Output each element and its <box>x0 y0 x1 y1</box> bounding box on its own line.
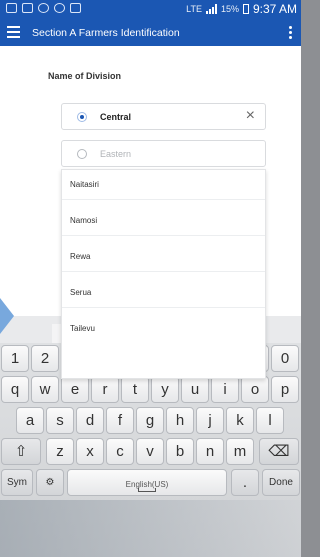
battery-icon <box>242 4 249 14</box>
network-type: LTE <box>186 4 202 14</box>
phone-screen: LTE 15% 9:37 AM Section A Farmers Identi… <box>0 0 301 557</box>
key-e[interactable]: e <box>61 376 89 403</box>
key-m[interactable]: m <box>226 438 254 465</box>
key-n[interactable]: n <box>196 438 224 465</box>
key-r[interactable]: r <box>91 376 119 403</box>
background-edge <box>0 500 301 557</box>
app-bar: Section A Farmers Identification <box>0 20 301 46</box>
key-o[interactable]: o <box>241 376 269 403</box>
key-i[interactable]: i <box>211 376 239 403</box>
app-title: Section A Farmers Identification <box>32 27 180 39</box>
sym-key[interactable]: Sym <box>1 469 33 496</box>
key-b[interactable]: b <box>166 438 194 465</box>
notification-icon <box>6 3 17 13</box>
key-w[interactable]: w <box>31 376 59 403</box>
settings-key-icon[interactable]: ⚙ <box>36 469 64 496</box>
shift-key[interactable]: ⇧ <box>1 438 41 465</box>
notification-icon <box>22 3 33 13</box>
key-u[interactable]: u <box>181 376 209 403</box>
key-p[interactable]: p <box>271 376 299 403</box>
key-s[interactable]: s <box>46 407 74 434</box>
dropdown-item-namosi[interactable]: Namosi <box>62 206 265 236</box>
space-key[interactable]: English(US) <box>67 469 227 496</box>
radio-selected-icon[interactable] <box>77 112 87 122</box>
space-bar-icon <box>138 488 156 492</box>
period-key[interactable]: . <box>231 469 259 496</box>
key-x[interactable]: x <box>76 438 104 465</box>
key-2[interactable]: 2 <box>31 345 59 372</box>
key-v[interactable]: v <box>136 438 164 465</box>
dropdown-item-rewa[interactable]: Rewa <box>62 242 265 272</box>
backspace-key[interactable]: ⌫ <box>259 438 299 465</box>
signal-icon <box>205 4 217 14</box>
suggestion-dropdown: Naitasiri Namosi Rewa Serua Tailevu <box>61 169 266 379</box>
key-h[interactable]: h <box>166 407 194 434</box>
dropdown-item-tailevu[interactable]: Tailevu <box>62 314 265 344</box>
key-a[interactable]: a <box>16 407 44 434</box>
key-d[interactable]: d <box>76 407 104 434</box>
radio-unselected-icon[interactable] <box>77 149 87 159</box>
sync-icon <box>38 3 49 13</box>
key-k[interactable]: k <box>226 407 254 434</box>
key-z[interactable]: z <box>46 438 74 465</box>
key-g[interactable]: g <box>136 407 164 434</box>
key-c[interactable]: c <box>106 438 134 465</box>
key-1[interactable]: 1 <box>1 345 29 372</box>
option-label: Eastern <box>100 149 132 159</box>
clock: 9:37 AM <box>252 2 297 16</box>
dropdown-item-serua[interactable]: Serua <box>62 278 265 308</box>
status-notifications <box>6 3 81 13</box>
option-label: Central <box>100 112 132 122</box>
key-q[interactable]: q <box>1 376 29 403</box>
option-eastern[interactable]: Eastern <box>61 140 266 167</box>
hamburger-menu-icon[interactable] <box>7 26 20 38</box>
field-label-division: Name of Division <box>48 71 122 81</box>
battery-percent: 15% <box>220 4 239 14</box>
dropdown-item-naitasiri[interactable]: Naitasiri <box>62 170 265 200</box>
key-l[interactable]: l <box>256 407 284 434</box>
status-bar: LTE 15% 9:37 AM <box>0 0 301 20</box>
pointer-arrow-icon <box>0 298 14 334</box>
wifi-icon <box>54 3 65 13</box>
more-vertical-icon[interactable] <box>289 26 293 40</box>
done-key[interactable]: Done <box>262 469 300 496</box>
option-central[interactable]: Central × <box>61 103 266 130</box>
key-f[interactable]: f <box>106 407 134 434</box>
key-0[interactable]: 0 <box>271 345 299 372</box>
image-icon <box>70 3 81 13</box>
form-content: Name of Division Central × Eastern Naita… <box>0 46 301 379</box>
close-icon[interactable]: × <box>246 108 255 124</box>
key-y[interactable]: y <box>151 376 179 403</box>
key-t[interactable]: t <box>121 376 149 403</box>
status-system: LTE 15% 9:37 AM <box>186 2 297 16</box>
key-j[interactable]: j <box>196 407 224 434</box>
